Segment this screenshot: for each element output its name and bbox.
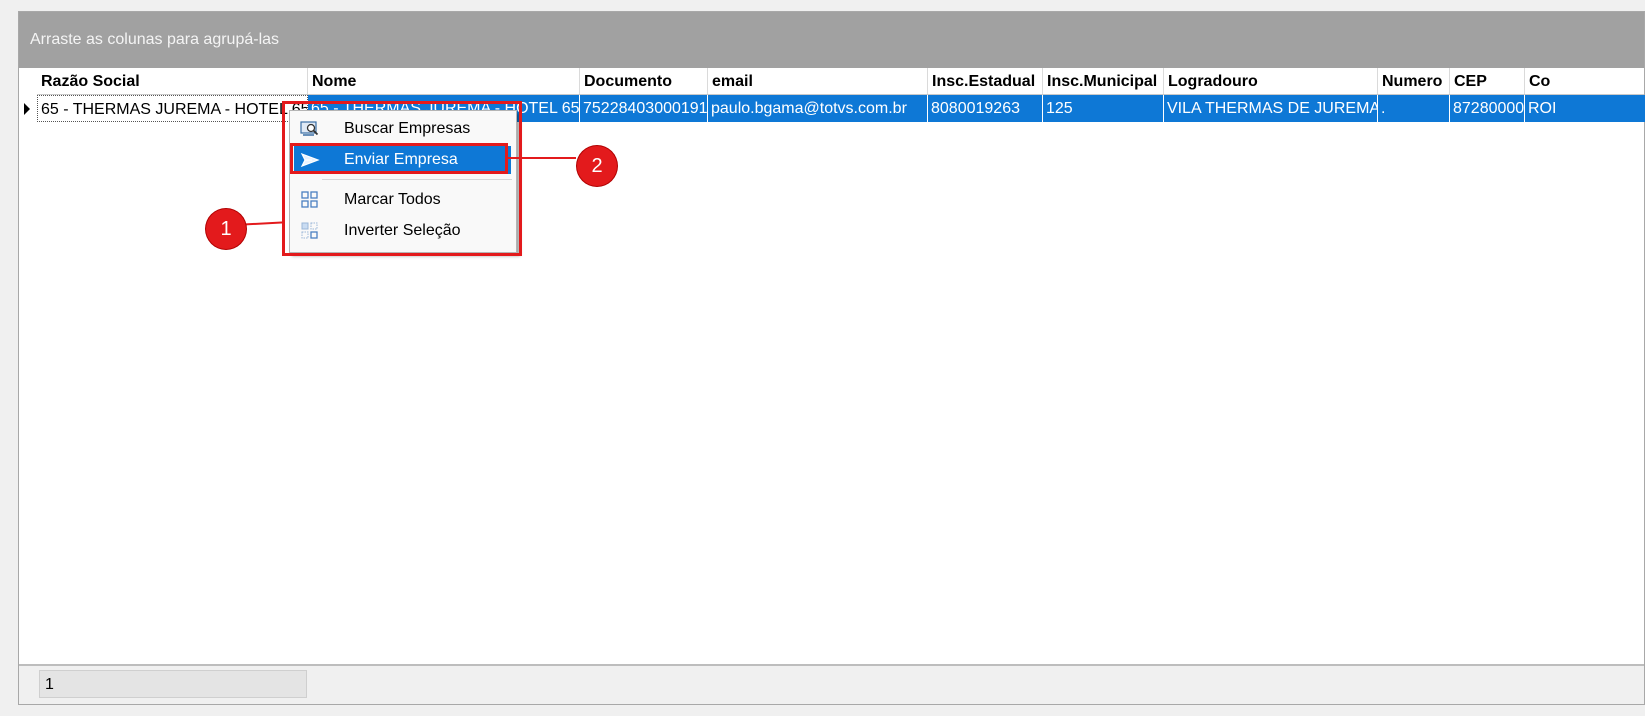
column-header-logradouro[interactable]: Logradouro — [1164, 68, 1378, 94]
current-row-indicator-icon — [24, 103, 30, 115]
cell-documento[interactable]: 75228403000191 — [580, 95, 708, 122]
cell-numero[interactable]: . — [1378, 95, 1450, 122]
grid-footer: 1 — [19, 664, 1644, 704]
column-header-email[interactable]: email — [708, 68, 928, 94]
cell-insc-estadual[interactable]: 8080019263 — [928, 95, 1043, 122]
annotation-highlight-enviar-empresa — [290, 143, 508, 174]
annotation-highlight-menu — [282, 101, 522, 256]
cell-cep[interactable]: 87280000 — [1450, 95, 1525, 122]
table-row[interactable]: 65 - THERMAS JUREMA - HOTEL 65 65 - THER… — [37, 95, 1645, 122]
cell-razao-social[interactable]: 65 - THERMAS JUREMA - HOTEL 65 — [37, 95, 308, 122]
column-header-co[interactable]: Co — [1525, 68, 1645, 94]
annotation-marker-1: 1 — [206, 209, 246, 249]
companies-grid-panel: Arraste as colunas para agrupá-las Razão… — [18, 11, 1645, 705]
column-header-nome[interactable]: Nome — [308, 68, 580, 94]
cell-insc-municipal[interactable]: 125 — [1043, 95, 1164, 122]
group-by-panel[interactable]: Arraste as colunas para agrupá-las — [19, 12, 1644, 68]
column-header-insc-municipal[interactable]: Insc.Municipal — [1043, 68, 1164, 94]
column-header-documento[interactable]: Documento — [580, 68, 708, 94]
cell-logradouro[interactable]: VILA THERMAS DE JUREMA — [1164, 95, 1378, 122]
annotation-marker-2: 2 — [577, 146, 617, 186]
grid-header: Razão Social Nome Documento email Insc.E… — [19, 68, 1644, 95]
column-header-cep[interactable]: CEP — [1450, 68, 1525, 94]
column-header-insc-estadual[interactable]: Insc.Estadual — [928, 68, 1043, 94]
cell-email[interactable]: paulo.bgama@totvs.com.br — [708, 95, 928, 122]
record-count: 1 — [39, 670, 307, 698]
column-header-numero[interactable]: Numero — [1378, 68, 1450, 94]
annotation-leader-2 — [508, 157, 576, 159]
cell-co[interactable]: ROI — [1525, 95, 1645, 122]
column-header-razao-social[interactable]: Razão Social — [37, 68, 308, 94]
